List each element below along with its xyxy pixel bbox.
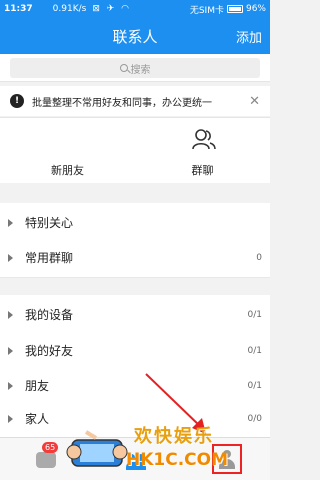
add-button[interactable]: 添加 xyxy=(236,27,262,46)
group-name: 我的好友 xyxy=(25,344,74,358)
status-network-speed: 0.91K/s xyxy=(52,4,87,14)
expand-arrow-icon xyxy=(8,218,13,227)
new-friends-entry[interactable]: 新朋友 xyxy=(0,118,135,184)
search-bar: 搜索 xyxy=(0,54,270,82)
group-chat-icon xyxy=(192,129,216,150)
group-name: 我的设备 xyxy=(25,308,74,322)
group-name: 特别关心 xyxy=(25,216,74,230)
alert-icon: ! xyxy=(10,94,24,108)
battery-icon xyxy=(226,5,243,13)
tab-messages[interactable]: 65 xyxy=(34,442,60,472)
search-placeholder: 搜索 xyxy=(130,64,151,76)
group-name: 常用群聊 xyxy=(25,251,74,265)
status-right: 无SIM卡 96% xyxy=(190,3,266,16)
group-chat-entry[interactable]: 群聊 xyxy=(135,118,270,184)
close-icon[interactable]: ✕ xyxy=(249,94,260,109)
search-icon xyxy=(119,64,128,72)
group-count: 0/1 xyxy=(247,380,262,391)
status-icons: ⊠ ✈ ◠ xyxy=(92,4,131,14)
watermark-title: 欢快娱乐 xyxy=(134,426,214,447)
watermark-url: HK1C.COM xyxy=(126,450,229,470)
group-count: 0 xyxy=(256,252,262,263)
nav-bar: 联系人 添加 xyxy=(0,18,270,54)
expand-arrow-icon xyxy=(8,253,13,262)
game-controller-icon xyxy=(66,430,128,467)
group-name: 家人 xyxy=(25,412,50,426)
quick-entries: 新朋友 群聊 xyxy=(0,117,270,183)
status-battery: 96% xyxy=(245,4,266,14)
search-input[interactable]: 搜索 xyxy=(10,58,260,78)
status-carrier: 无SIM卡 xyxy=(189,5,224,16)
unread-badge: 65 xyxy=(42,442,59,453)
status-bar: 11:37 0.91K/s ⊠ ✈ ◠ 无SIM卡 96% xyxy=(0,0,270,18)
group-row[interactable]: 我的设备 0/1 xyxy=(0,295,270,335)
notice-banner[interactable]: ! 批量整理不常用好友和同事，办公更统一 ✕ xyxy=(0,86,270,116)
status-time: 11:37 xyxy=(4,4,33,14)
new-friends-label: 新朋友 xyxy=(51,164,84,177)
group-row[interactable]: 我的好友 0/1 xyxy=(0,331,270,371)
group-name: 朋友 xyxy=(25,379,50,393)
group-row[interactable]: 常用群聊 0 xyxy=(0,238,270,278)
group-chat-label: 群聊 xyxy=(191,164,214,177)
group-row[interactable]: 特别关心 xyxy=(0,203,270,243)
group-count: 0/0 xyxy=(247,413,262,424)
expand-arrow-icon xyxy=(8,310,13,319)
message-icon xyxy=(36,452,56,468)
group-count: 0/1 xyxy=(247,309,262,320)
page-title: 联系人 xyxy=(112,28,158,46)
group-count: 0/1 xyxy=(247,345,262,356)
watermark: 欢快娱乐 HK1C.COM xyxy=(64,418,228,480)
expand-arrow-icon xyxy=(8,346,13,355)
expand-arrow-icon xyxy=(8,414,13,423)
notice-text: 批量整理不常用好友和同事，办公更统一 xyxy=(32,97,212,109)
expand-arrow-icon xyxy=(8,381,13,390)
